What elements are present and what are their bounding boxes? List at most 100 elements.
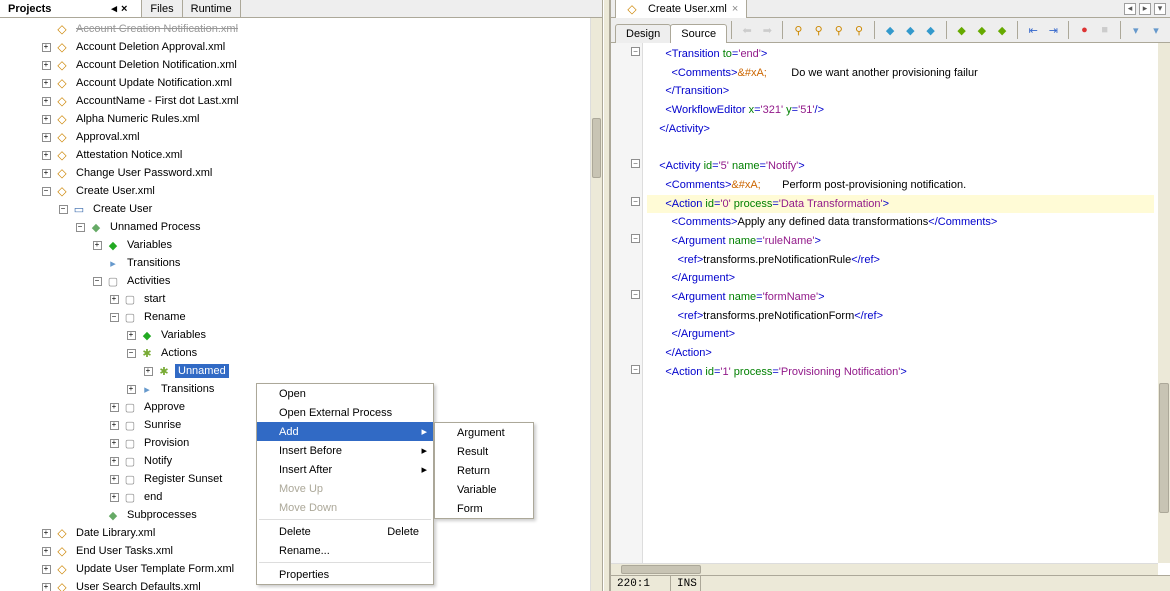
tree-unnamed-process[interactable]: −Unnamed Process (0, 218, 590, 236)
tree-create-user[interactable]: −Create User (0, 200, 590, 218)
mode-tab-source[interactable]: Source (670, 24, 727, 43)
shift-left-icon[interactable]: ⇤ (1024, 20, 1042, 40)
code-area[interactable]: <Transition to='end'> <Comments>&#xA; Do… (643, 43, 1158, 563)
editor-hscrollbar[interactable] (611, 563, 1158, 575)
tree-expander[interactable]: + (38, 543, 54, 559)
tree-variables[interactable]: +Variables (0, 236, 590, 254)
ctx-rename[interactable]: Rename... (257, 541, 433, 560)
close-tab-icon[interactable]: × (732, 3, 738, 15)
tree-expander[interactable]: − (55, 201, 71, 217)
tab-menu-icon[interactable]: ▾ (1154, 3, 1166, 15)
fold-icon[interactable]: − (631, 159, 640, 168)
tree-expander[interactable]: − (89, 273, 105, 289)
fold-icon[interactable]: − (631, 290, 640, 299)
tree-expander[interactable]: + (106, 435, 122, 451)
tree-expander[interactable]: + (89, 237, 105, 253)
tree-file[interactable]: +Account Update Notification.xml (0, 74, 590, 92)
tree-expander[interactable]: − (72, 219, 88, 235)
tab-next-icon[interactable]: ▸ (1139, 3, 1151, 15)
comment-icon[interactable]: ▾ (1127, 20, 1145, 40)
shift-right-icon[interactable]: ⇥ (1044, 20, 1062, 40)
tree-expander[interactable]: + (106, 489, 122, 505)
tree-file[interactable]: +Account Deletion Notification.xml (0, 56, 590, 74)
tree-expander[interactable]: + (38, 165, 54, 181)
tree-file-create-user[interactable]: −Create User.xml (0, 182, 590, 200)
ctx-insert-before[interactable]: Insert Before▸ (257, 441, 433, 460)
tree-expander[interactable]: + (140, 363, 156, 379)
tree-expander[interactable]: − (38, 183, 54, 199)
match-prev-icon[interactable]: ◆ (953, 20, 971, 40)
tree-file[interactable]: +Change User Password.xml (0, 164, 590, 182)
bookmark-next-icon[interactable]: ◆ (901, 20, 919, 40)
tree-expander[interactable]: + (38, 525, 54, 541)
tree-expander[interactable]: + (38, 579, 54, 591)
tree-expander[interactable]: + (106, 291, 122, 307)
tree-expander[interactable]: − (123, 345, 139, 361)
match-toggle-icon[interactable]: ◆ (993, 20, 1011, 40)
tree-file[interactable]: +Account Deletion Approval.xml (0, 38, 590, 56)
scroll-thumb[interactable] (621, 565, 701, 574)
tree-expander[interactable]: − (106, 309, 122, 325)
tree-activities[interactable]: −Activities (0, 272, 590, 290)
tab-projects[interactable]: Projects ◂ × (0, 0, 142, 17)
ctx-properties[interactable]: Properties (257, 565, 433, 584)
tree-expander[interactable]: + (106, 417, 122, 433)
ctx-add-argument[interactable]: Argument (435, 423, 533, 442)
tab-left-icon[interactable]: ◂ (111, 2, 117, 15)
find-prev-icon[interactable]: ⚲ (810, 20, 828, 40)
find-selection-icon[interactable]: ⚲ (789, 20, 807, 40)
tree-variables[interactable]: +Variables (0, 326, 590, 344)
ctx-add-form[interactable]: Form (435, 499, 533, 518)
mode-tab-design[interactable]: Design (615, 24, 671, 43)
tree-expander[interactable]: + (123, 327, 139, 343)
splitter-vertical[interactable] (603, 0, 610, 591)
toggle-highlight-icon[interactable]: ⚲ (850, 20, 868, 40)
fold-icon[interactable]: − (631, 197, 640, 206)
tree-activity-start[interactable]: +start (0, 290, 590, 308)
tree-expander[interactable]: + (106, 399, 122, 415)
tree-expander[interactable]: + (38, 129, 54, 145)
ctx-add-result[interactable]: Result (435, 442, 533, 461)
fold-icon[interactable]: − (631, 234, 640, 243)
ctx-open[interactable]: Open (257, 384, 433, 403)
code-editor[interactable]: −−−−−− <Transition to='end'> <Comments>&… (611, 43, 1158, 563)
tree-expander[interactable]: + (38, 561, 54, 577)
tree-expander[interactable]: + (38, 147, 54, 163)
macro-stop-icon[interactable]: ■ (1096, 20, 1114, 40)
tab-runtime[interactable]: Runtime (183, 0, 241, 17)
bookmark-prev-icon[interactable]: ◆ (881, 20, 899, 40)
ctx-add[interactable]: Add▸ (257, 422, 433, 441)
tab-files[interactable]: Files (142, 0, 182, 17)
tree-transitions[interactable]: Transitions (0, 254, 590, 272)
ctx-open-external[interactable]: Open External Process (257, 403, 433, 422)
ctx-add-variable[interactable]: Variable (435, 480, 533, 499)
tree-expander[interactable]: + (106, 453, 122, 469)
find-next-icon[interactable]: ⚲ (830, 20, 848, 40)
tree-file[interactable]: +AccountName - First dot Last.xml (0, 92, 590, 110)
nav-back-icon[interactable]: ⬅ (738, 20, 756, 40)
tree-actions[interactable]: −Actions (0, 344, 590, 362)
macro-record-icon[interactable]: ● (1075, 20, 1093, 40)
tree-expander[interactable]: + (38, 93, 54, 109)
tree-expander[interactable]: + (123, 381, 139, 397)
tree-file[interactable]: +Approval.xml (0, 128, 590, 146)
ctx-insert-after[interactable]: Insert After▸ (257, 460, 433, 479)
ctx-add-return[interactable]: Return (435, 461, 533, 480)
match-next-icon[interactable]: ◆ (973, 20, 991, 40)
tree-expander[interactable]: + (38, 57, 54, 73)
tree-activity-rename[interactable]: −Rename (0, 308, 590, 326)
tree-expander[interactable]: + (106, 471, 122, 487)
scroll-thumb[interactable] (1159, 383, 1169, 513)
tab-prev-icon[interactable]: ◂ (1124, 3, 1136, 15)
bookmark-toggle-icon[interactable]: ◆ (921, 20, 939, 40)
ctx-delete[interactable]: DeleteDelete (257, 522, 433, 541)
nav-forward-icon[interactable]: ➡ (758, 20, 776, 40)
editor-tab-create-user[interactable]: Create User.xml × (615, 0, 747, 18)
uncomment-icon[interactable]: ▾ (1147, 20, 1165, 40)
fold-icon[interactable]: − (631, 47, 640, 56)
tree-scrollbar[interactable] (590, 18, 602, 591)
tree-expander[interactable]: + (38, 75, 54, 91)
tree-action-unnamed[interactable]: +Unnamed (0, 362, 590, 380)
tree-expander[interactable]: + (38, 39, 54, 55)
tree-file[interactable]: +Attestation Notice.xml (0, 146, 590, 164)
